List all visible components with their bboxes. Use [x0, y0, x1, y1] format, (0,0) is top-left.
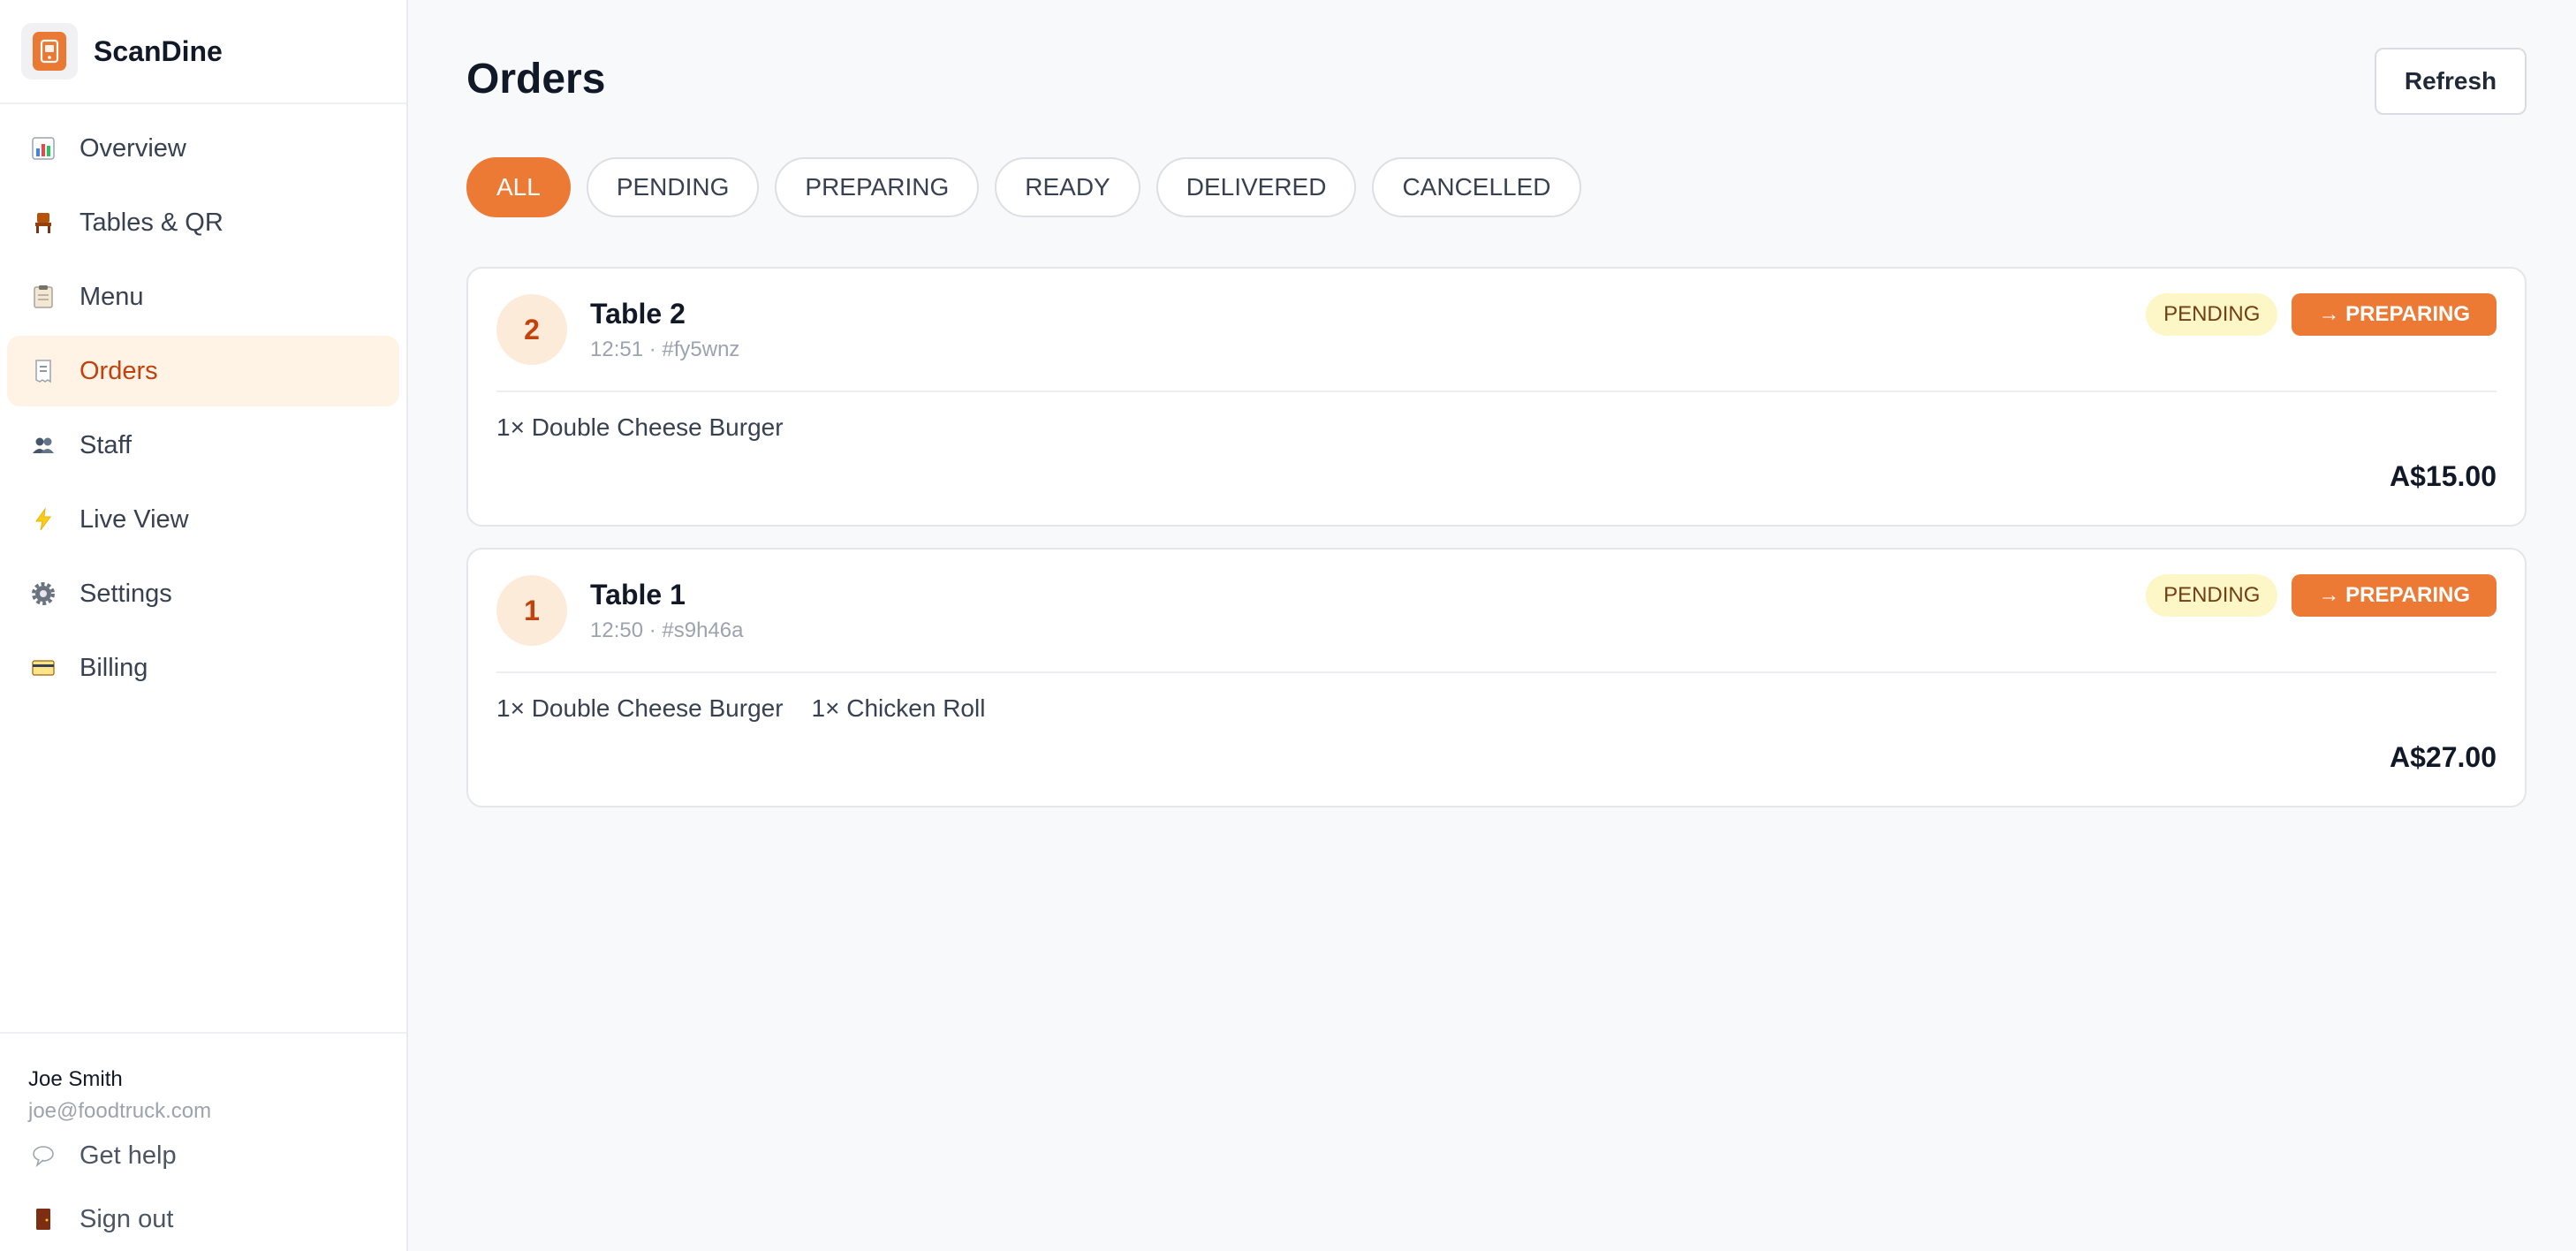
order-info: Table 1 12:50 · #s9h46a [590, 579, 743, 643]
order-item: 1× Chicken Roll [811, 694, 986, 722]
sidebar-item-billing[interactable]: Billing [7, 633, 399, 703]
filter-chip-all[interactable]: ALL [466, 157, 571, 217]
sidebar-item-label: Menu [80, 282, 144, 311]
brand-header: ScanDine [0, 0, 406, 104]
advance-to-preparing-button[interactable]: → PREPARING [2292, 293, 2496, 336]
user-email: joe@foodtruck.com [28, 1099, 212, 1123]
filter-chip-pending[interactable]: PENDING [586, 157, 760, 217]
order-meta: 12:51 · #fy5wnz [590, 337, 740, 361]
sidebar-item-settings[interactable]: Settings [7, 558, 399, 629]
sidebar-item-label: Tables & QR [80, 208, 224, 237]
sidebar-item-menu[interactable]: Menu [7, 262, 399, 332]
order-total: A$27.00 [2390, 741, 2496, 773]
table-name: Table 2 [590, 297, 686, 330]
sign-out-label: Sign out [80, 1204, 174, 1233]
table-name: Table 1 [590, 578, 686, 610]
people-icon [28, 430, 58, 460]
filter-chip-ready[interactable]: READY [995, 157, 1140, 217]
table-number-badge: 2 [496, 294, 567, 365]
status-filter-chips: ALL PENDING PREPARING READY DELIVERED CA… [466, 157, 1581, 217]
page-title: Orders [466, 56, 606, 102]
sidebar-item-label: Billing [80, 653, 148, 682]
order-card: 2 Table 2 12:51 · #fy5wnz PENDING → PREP… [466, 267, 2527, 527]
credit-card-icon [28, 653, 58, 683]
chart-icon [28, 133, 58, 163]
order-items: 1× Double Cheese Burger 1× Chicken Roll [496, 694, 2496, 723]
order-header: 1 Table 1 12:50 · #s9h46a PENDING → PREP… [496, 550, 2496, 673]
order-actions: PENDING → PREPARING [2146, 293, 2496, 336]
sidebar-item-label: Live View [80, 504, 189, 534]
order-meta: 12:50 · #s9h46a [590, 618, 744, 642]
order-total: A$15.00 [2390, 460, 2496, 492]
speech-bubble-icon [28, 1141, 58, 1171]
table-number-badge: 1 [496, 575, 567, 646]
user-name: Joe Smith [28, 1067, 123, 1091]
scandine-logo-icon [21, 23, 78, 80]
sidebar-item-staff[interactable]: Staff [7, 410, 399, 481]
user-area: Joe Smith joe@foodtruck.com Get help Sig… [0, 1032, 406, 1251]
app-root: ScanDine Overview Tables & QR Menu Order… [0, 0, 2576, 1251]
sidebar-item-label: Staff [80, 430, 133, 459]
status-badge: PENDING [2146, 293, 2278, 336]
sidebar-item-label: Orders [80, 356, 158, 385]
order-actions: PENDING → PREPARING [2146, 574, 2496, 617]
lightning-icon [28, 504, 58, 535]
filter-chip-delivered[interactable]: DELIVERED [1155, 157, 1357, 217]
door-icon [28, 1204, 58, 1234]
brand-name: ScanDine [94, 34, 223, 67]
sidebar-item-overview[interactable]: Overview [7, 113, 399, 184]
order-item: 1× Double Cheese Burger [496, 694, 784, 722]
receipt-icon [28, 356, 58, 386]
sidebar-item-label: Settings [80, 579, 172, 608]
get-help-label: Get help [80, 1141, 177, 1170]
order-items: 1× Double Cheese Burger [496, 413, 2496, 442]
order-item: 1× Double Cheese Burger [496, 413, 784, 441]
order-header: 2 Table 2 12:51 · #fy5wnz PENDING → PREP… [496, 269, 2496, 392]
sidebar: ScanDine Overview Tables & QR Menu Order… [0, 0, 408, 1251]
gear-icon [28, 579, 58, 609]
sidebar-item-orders[interactable]: Orders [7, 336, 399, 406]
chair-icon [28, 208, 58, 238]
sidebar-item-live-view[interactable]: Live View [7, 484, 399, 555]
filter-chip-preparing[interactable]: PREPARING [775, 157, 980, 217]
order-card: 1 Table 1 12:50 · #s9h46a PENDING → PREP… [466, 548, 2527, 807]
refresh-button[interactable]: Refresh [2375, 48, 2527, 115]
advance-to-preparing-button[interactable]: → PREPARING [2292, 574, 2496, 617]
orders-list: 2 Table 2 12:51 · #fy5wnz PENDING → PREP… [466, 267, 2527, 829]
main-content: Orders Refresh ALL PENDING PREPARING REA… [408, 0, 2576, 1251]
clipboard-icon [28, 282, 58, 312]
sign-out-button[interactable]: Sign out [0, 1187, 406, 1251]
order-info: Table 2 12:51 · #fy5wnz [590, 298, 739, 362]
get-help-button[interactable]: Get help [0, 1124, 406, 1187]
filter-chip-cancelled[interactable]: CANCELLED [1372, 157, 1581, 217]
status-badge: PENDING [2146, 574, 2278, 617]
sidebar-nav: Overview Tables & QR Menu Orders Staff L… [0, 104, 406, 1032]
sidebar-item-tables-qr[interactable]: Tables & QR [7, 187, 399, 258]
sidebar-item-label: Overview [80, 133, 186, 163]
